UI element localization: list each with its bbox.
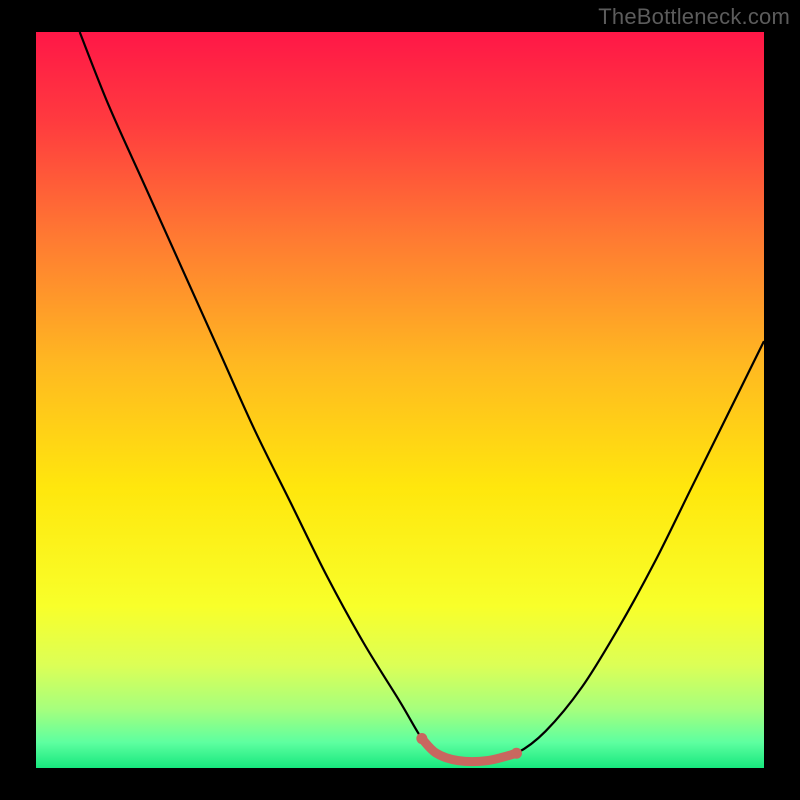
watermark-text: TheBottleneck.com	[598, 4, 790, 30]
chart-frame: TheBottleneck.com	[0, 0, 800, 800]
plot-area	[36, 32, 764, 768]
curve-layer	[36, 32, 764, 768]
highlight-end-dot	[511, 748, 522, 759]
highlight-start-dot	[416, 733, 427, 744]
bottleneck-curve	[80, 32, 764, 762]
optimal-range-highlight	[422, 739, 517, 762]
